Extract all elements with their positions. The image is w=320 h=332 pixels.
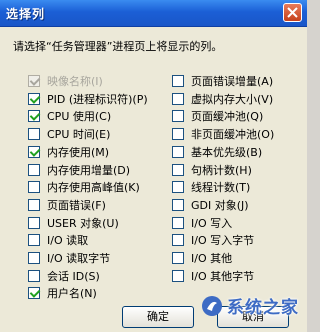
column-option[interactable]: 用户名(N) — [28, 286, 97, 300]
checkbox[interactable] — [172, 128, 184, 141]
column-option[interactable]: I/O 写入 — [172, 216, 232, 230]
option-label: I/O 写入 — [191, 216, 233, 230]
checkbox[interactable] — [172, 252, 184, 264]
option-label: GDI 对象(J) — [191, 198, 249, 212]
option-label: 会话 ID(S) — [47, 269, 100, 283]
instruction-text: 请选择“任务管理器”进程页上将显示的列。 — [13, 40, 223, 53]
close-button[interactable] — [283, 3, 302, 22]
checkbox[interactable] — [28, 128, 40, 141]
option-label: I/O 读取字节 — [47, 252, 111, 265]
column-option[interactable]: CPU 使用(C) — [28, 109, 111, 123]
logo-icon — [202, 295, 222, 316]
select-columns-dialog: 选择列 请选择“任务管理器”进程页上将显示的列。 映像名称(I) PID (进程标… — [0, 0, 307, 332]
column-option[interactable]: 虚拟内存大小(V) — [172, 92, 273, 106]
option-label: USER 对象(U) — [47, 216, 119, 230]
option-label: I/O 其他 — [191, 252, 233, 265]
checkbox[interactable] — [28, 269, 40, 282]
checkbox[interactable] — [172, 216, 184, 229]
option-label: 页面错误(F) — [47, 198, 106, 212]
column-option[interactable]: 句柄计数(H) — [172, 163, 252, 177]
column-option[interactable]: CPU 时间(E) — [28, 127, 110, 141]
close-icon — [287, 7, 298, 18]
option-label: 页面错误增量(A) — [191, 75, 274, 88]
checkbox[interactable] — [172, 269, 184, 282]
column-option[interactable]: I/O 读取字节 — [28, 251, 110, 265]
checkbox[interactable] — [28, 198, 40, 211]
column-option[interactable]: 内存使用高峰值(K) — [28, 180, 140, 194]
column-option[interactable]: 非页面缓冲池(O) — [172, 127, 274, 141]
column-option[interactable]: 内存使用(M) — [28, 145, 109, 159]
column-option[interactable]: I/O 其他 — [172, 251, 232, 265]
checkbox[interactable] — [172, 92, 184, 105]
checkbox[interactable] — [28, 110, 40, 123]
checkbox[interactable] — [28, 287, 40, 300]
checkbox[interactable] — [172, 163, 184, 176]
option-label: PID (进程标识符)(P) — [47, 92, 148, 106]
column-option[interactable]: 页面错误(F) — [28, 198, 106, 212]
column-option[interactable]: 线程计数(T) — [172, 180, 250, 194]
checkbox[interactable] — [28, 252, 40, 264]
option-label: 映像名称(I) — [47, 75, 103, 88]
option-label: 句柄计数(H) — [191, 163, 252, 177]
option-label: 线程计数(T) — [191, 181, 251, 195]
column-option[interactable]: PID (进程标识符)(P) — [28, 92, 148, 106]
checkbox[interactable] — [172, 145, 184, 158]
column-option[interactable]: 页面缓冲池(Q) — [172, 109, 263, 123]
checkbox[interactable] — [172, 234, 184, 247]
column-option[interactable]: USER 对象(U) — [28, 216, 119, 230]
checkbox[interactable] — [172, 75, 184, 87]
option-label: CPU 时间(E) — [47, 128, 111, 142]
option-label: 内存使用(M) — [47, 145, 110, 159]
option-label: I/O 其他字节 — [191, 269, 255, 283]
checkbox[interactable] — [28, 216, 40, 229]
checkbox[interactable] — [28, 163, 40, 176]
checkbox[interactable] — [28, 145, 40, 158]
watermark: 系统之家 — [201, 293, 299, 318]
option-label: 虚拟内存大小(V) — [191, 92, 274, 106]
checkbox[interactable] — [172, 110, 184, 123]
title-bar[interactable]: 选择列 — [0, 0, 307, 27]
option-label: 内存使用高峰值(K) — [47, 181, 140, 195]
option-label: I/O 写入字节 — [191, 234, 255, 248]
column-option[interactable]: 会话 ID(S) — [28, 269, 100, 283]
column-option[interactable]: 内存使用增量(D) — [28, 163, 130, 177]
watermark-text: 系统之家 — [227, 298, 299, 318]
option-label: 用户名(N) — [47, 287, 97, 301]
option-label: 基本优先级(B) — [191, 145, 263, 159]
option-label: 内存使用增量(D) — [47, 163, 131, 177]
column-option[interactable]: 页面错误增量(A) — [172, 74, 273, 88]
checkbox[interactable] — [172, 198, 184, 211]
checkbox[interactable] — [28, 234, 40, 247]
option-label: CPU 使用(C) — [47, 110, 112, 124]
window-title: 选择列 — [6, 7, 46, 21]
option-label: 非页面缓冲池(O) — [191, 128, 275, 142]
column-option: 映像名称(I) — [28, 74, 103, 88]
checkbox[interactable] — [28, 181, 40, 194]
column-option[interactable]: I/O 写入字节 — [172, 233, 254, 247]
ok-button[interactable]: 确定 — [122, 306, 194, 328]
checkbox[interactable] — [172, 181, 184, 194]
checkbox[interactable] — [28, 92, 40, 105]
column-option[interactable]: GDI 对象(J) — [172, 198, 249, 212]
checkbox — [28, 75, 40, 87]
column-option[interactable]: I/O 读取 — [28, 233, 88, 247]
column-option[interactable]: I/O 其他字节 — [172, 269, 254, 283]
column-option[interactable]: 基本优先级(B) — [172, 145, 262, 159]
option-label: 页面缓冲池(Q) — [191, 110, 264, 124]
option-label: I/O 读取 — [47, 234, 89, 248]
